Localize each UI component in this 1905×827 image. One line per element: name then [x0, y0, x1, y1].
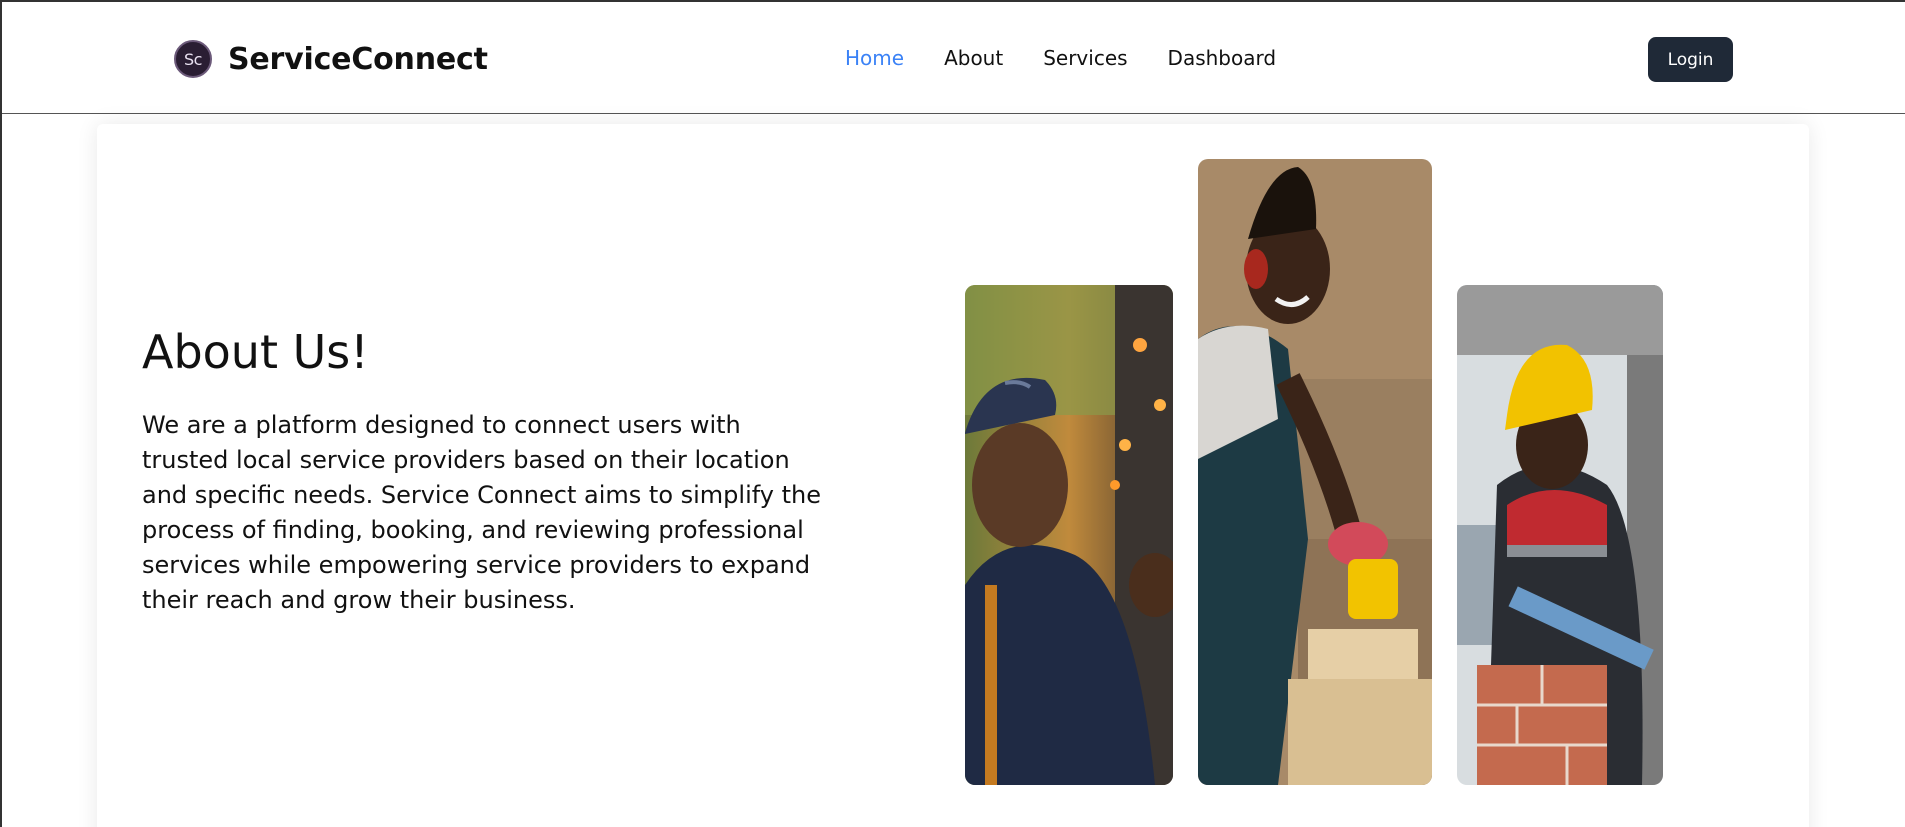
nav-item-dashboard[interactable]: Dashboard	[1168, 46, 1277, 70]
brand-logo-icon: Sc	[174, 40, 212, 78]
nav-links: Home About Services Dashboard	[845, 46, 1276, 70]
about-title: About Us!	[142, 325, 369, 379]
electrician-photo	[965, 285, 1173, 785]
woodworker-photo	[1198, 159, 1432, 785]
brand-name: ServiceConnect	[228, 41, 488, 77]
login-button[interactable]: Login	[1648, 37, 1733, 82]
page: Sc ServiceConnect Home About Services Da…	[0, 0, 1905, 827]
nav-item-about[interactable]: About	[944, 46, 1003, 70]
nav-item-services[interactable]: Services	[1043, 46, 1127, 70]
navbar: Sc ServiceConnect Home About Services Da…	[2, 2, 1905, 114]
nav-item-home[interactable]: Home	[845, 46, 904, 70]
brand-logo-initials: Sc	[184, 49, 202, 69]
bricklayer-photo	[1457, 285, 1663, 785]
about-description: We are a platform designed to connect us…	[142, 411, 821, 614]
brand[interactable]: Sc ServiceConnect	[174, 39, 488, 79]
